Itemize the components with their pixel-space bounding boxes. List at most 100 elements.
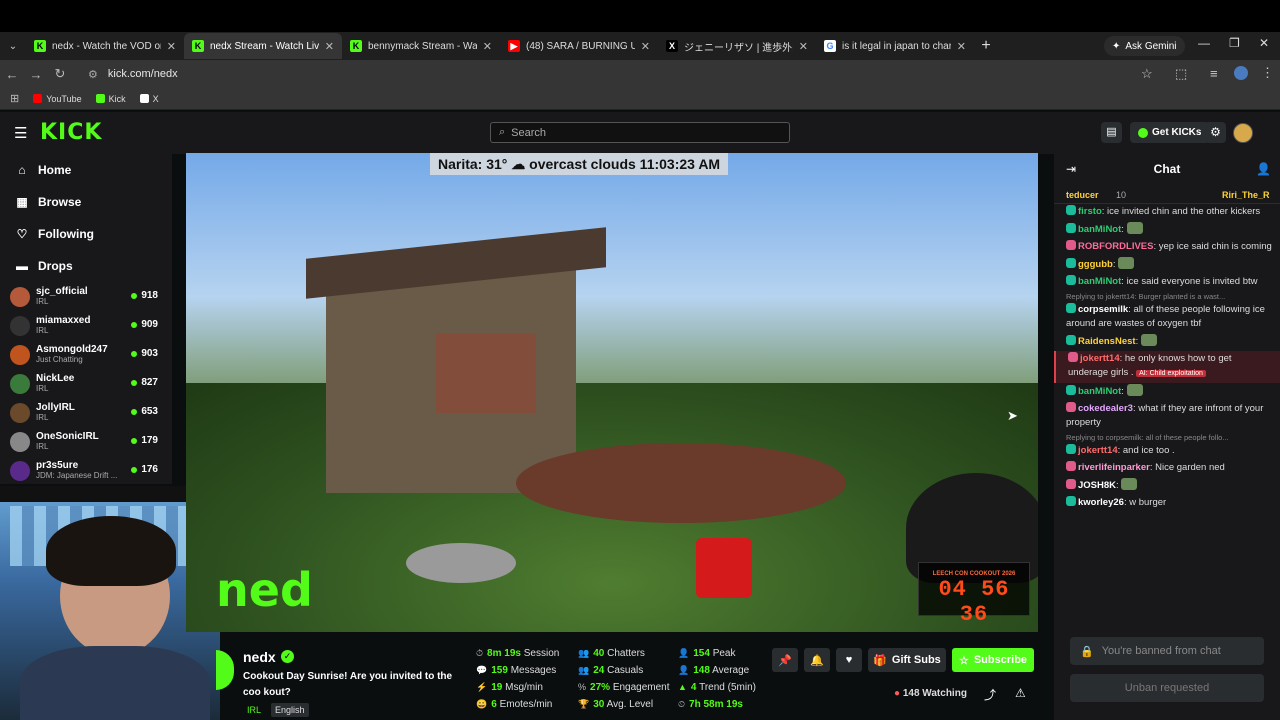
chat-username[interactable]: jokertt14 bbox=[1078, 445, 1118, 456]
address-bar[interactable]: ⚙ kick.com/nedx bbox=[80, 63, 1160, 85]
browser-tab[interactable]: Gis it legal in japan to charge m ✕ bbox=[816, 33, 974, 59]
chat-username[interactable]: JOSH8K bbox=[1078, 480, 1116, 491]
profile-avatar[interactable] bbox=[1234, 66, 1248, 80]
kick-logo[interactable]: KICK bbox=[40, 120, 102, 145]
sidebar-item-label: Browse bbox=[38, 195, 82, 209]
chat-username[interactable]: gggubb bbox=[1078, 259, 1113, 270]
gift-icon: 🎁 bbox=[873, 654, 887, 667]
channel-item[interactable]: pr3s5ure JDM: Japanese Drift ... 176 bbox=[0, 456, 172, 485]
stream-tag[interactable]: IRL bbox=[243, 703, 265, 717]
gift-subs-button[interactable]: 🎁 Gift Subs bbox=[868, 648, 946, 672]
browser-tab[interactable]: Knedx Stream - Watch Live on ✕ bbox=[184, 33, 342, 59]
close-window-button[interactable]: ✕ bbox=[1259, 36, 1269, 50]
bell-button[interactable]: 🔔 bbox=[804, 648, 830, 672]
chat-username[interactable]: banMiNot bbox=[1078, 276, 1121, 287]
leader-right-name: Riri_The_R bbox=[1222, 190, 1270, 200]
sidebar-item-browse[interactable]: ▦ Browse bbox=[0, 186, 172, 218]
live-dot-icon bbox=[131, 292, 138, 299]
bookmark-item[interactable]: Kick bbox=[95, 94, 126, 104]
channel-item[interactable]: Asmongold247 Just Chatting 903 bbox=[0, 340, 172, 369]
user-avatar[interactable] bbox=[1233, 123, 1253, 143]
new-tab-button[interactable]: + bbox=[974, 37, 998, 55]
report-icon[interactable]: ⚠ bbox=[1015, 686, 1026, 700]
ask-gemini-button[interactable]: ✦ Ask Gemini bbox=[1104, 36, 1185, 56]
channel-item[interactable]: JollyIRL IRL 653 bbox=[0, 398, 172, 427]
follow-heart-button[interactable]: ♥ bbox=[836, 648, 862, 672]
sidebar-item-home[interactable]: ⌂ Home bbox=[0, 154, 172, 186]
weather-overlay: Narita: 31° ☁ overcast clouds 11:03:23 A… bbox=[430, 153, 729, 175]
media-icon[interactable]: ≡ bbox=[1210, 66, 1218, 81]
close-tab-icon[interactable]: ✕ bbox=[799, 40, 808, 53]
browser-tab[interactable]: Knedx - Watch the VOD on Kick ✕ bbox=[26, 33, 184, 59]
chat-username[interactable]: banMiNot bbox=[1078, 386, 1121, 397]
bookmark-item[interactable]: X bbox=[139, 94, 159, 104]
stat-row: 👥 24 Casuals bbox=[578, 662, 670, 679]
back-icon[interactable]: ← bbox=[0, 67, 24, 82]
chat-username[interactable]: jokertt14 bbox=[1080, 353, 1120, 364]
share-icon[interactable]: ⤴ bbox=[984, 686, 996, 703]
settings-gear-icon[interactable]: ⚙ bbox=[1205, 122, 1226, 143]
browser-tab[interactable]: ▶ (48) SARA / BURNING UP F ✕ bbox=[500, 33, 658, 59]
pin-button[interactable]: 📌 bbox=[772, 648, 798, 672]
sub-badge-icon bbox=[1066, 335, 1076, 345]
ask-gemini-label: Ask Gemini bbox=[1125, 40, 1177, 52]
close-tab-icon[interactable]: ✕ bbox=[483, 40, 492, 53]
close-tab-icon[interactable]: ✕ bbox=[325, 40, 334, 53]
close-tab-icon[interactable]: ✕ bbox=[167, 40, 176, 53]
bookmark-item[interactable]: YouTube bbox=[33, 94, 82, 104]
chat-username[interactable]: cokedealer3 bbox=[1078, 403, 1133, 414]
kick-icon bbox=[95, 94, 105, 103]
chat-username[interactable]: corpsemilk bbox=[1078, 304, 1128, 315]
chat-input[interactable]: 🔒 You're banned from chat bbox=[1070, 637, 1264, 665]
channel-item[interactable]: NickLee IRL 827 bbox=[0, 369, 172, 398]
live-dot-icon bbox=[131, 408, 138, 415]
menu-icon[interactable]: ⋮ bbox=[1261, 65, 1274, 81]
watching-label: Watching bbox=[922, 688, 967, 699]
stream-tag[interactable]: English bbox=[271, 703, 309, 717]
chat-username[interactable]: firsto bbox=[1078, 206, 1102, 217]
subscribe-button[interactable]: ☆ Subscribe bbox=[952, 648, 1034, 672]
chat-username[interactable]: kworley26 bbox=[1078, 497, 1124, 508]
channel-item[interactable]: miamaxxed IRL 909 bbox=[0, 311, 172, 340]
close-tab-icon[interactable]: ✕ bbox=[641, 40, 650, 53]
forward-icon[interactable]: → bbox=[24, 67, 48, 82]
live-dot-icon bbox=[131, 466, 138, 473]
chat-username[interactable]: banMiNot bbox=[1078, 224, 1121, 235]
maximize-button[interactable]: ❐ bbox=[1229, 36, 1240, 50]
video-player[interactable]: ned Narita: 31° ☁ overcast clouds 11:03:… bbox=[186, 153, 1038, 632]
chat-message: cokedealer3: what if they are infront of… bbox=[1066, 402, 1264, 428]
extensions-icon[interactable]: ⬚ bbox=[1175, 66, 1187, 82]
channel-item[interactable]: sjc_official IRL 918 bbox=[0, 282, 172, 311]
bookmark-star-icon[interactable]: ☆ bbox=[1141, 66, 1153, 82]
search-input[interactable]: ⌕ Search bbox=[490, 122, 790, 143]
layout-icon[interactable]: ▤ bbox=[1101, 122, 1122, 143]
chat-username[interactable]: ROBFORDLIVES bbox=[1078, 241, 1153, 252]
stat-value: 154 bbox=[693, 648, 710, 659]
streamer-name[interactable]: nedx bbox=[243, 649, 276, 665]
youtube-favicon-icon: ▶ bbox=[508, 40, 520, 52]
get-kicks-button[interactable]: Get KICKs bbox=[1130, 122, 1210, 143]
browser-tab[interactable]: X ジェニーリザソ | 進歩外国人摂盛 (✕ bbox=[658, 33, 816, 59]
sidebar-item-following[interactable]: ♡ Following bbox=[0, 218, 172, 250]
leader-left-count: 10 bbox=[1116, 190, 1127, 200]
channel-item[interactable]: OneSonicIRL IRL 179 bbox=[0, 427, 172, 456]
close-tab-icon[interactable]: ✕ bbox=[957, 40, 966, 53]
unban-requested-button[interactable]: Unban requested bbox=[1070, 674, 1264, 702]
browser-tab[interactable]: Kbennymack Stream - Watch Liv ✕ bbox=[342, 33, 500, 59]
channel-category: IRL bbox=[36, 326, 49, 335]
site-info-icon[interactable]: ⚙ bbox=[88, 68, 98, 81]
reload-icon[interactable]: ↻ bbox=[48, 66, 72, 82]
chat-text: and ice too . bbox=[1122, 445, 1175, 456]
tab-search-icon[interactable]: ⌄ bbox=[0, 41, 26, 52]
chat-users-icon[interactable]: 👤 bbox=[1256, 162, 1271, 176]
apps-icon[interactable]: ⊞ bbox=[10, 92, 19, 105]
channel-name: sjc_official bbox=[36, 286, 88, 297]
sidebar-item-drops[interactable]: ▬ Drops bbox=[0, 250, 172, 282]
hamburger-icon[interactable]: ☰ bbox=[14, 124, 27, 142]
stat-icon: 👤 bbox=[678, 665, 690, 675]
minimize-button[interactable]: — bbox=[1198, 36, 1210, 50]
chat-username[interactable]: RaidensNest bbox=[1078, 336, 1136, 347]
channel-avatar bbox=[10, 373, 30, 394]
reply-context: Replying to jokertt14: Burger planted is… bbox=[1066, 292, 1226, 301]
chat-username[interactable]: riverlifeinparker bbox=[1078, 462, 1150, 473]
